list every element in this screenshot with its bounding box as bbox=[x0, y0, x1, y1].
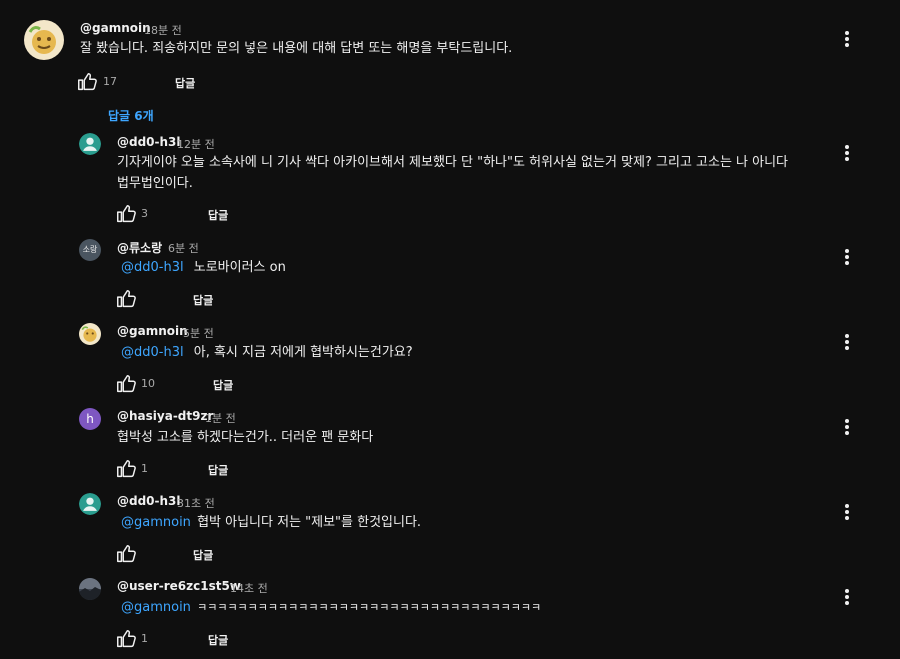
reply-text: @gamnoin 협박 아닙니다 저는 "제보"를 한것입니다. bbox=[117, 512, 421, 534]
comment-author[interactable]: @gamnoin bbox=[80, 21, 151, 35]
like-icon[interactable] bbox=[115, 288, 137, 310]
default-avatar-icon[interactable] bbox=[79, 133, 101, 155]
avatar-letter: h bbox=[86, 412, 94, 426]
reply-button[interactable]: 답글 bbox=[193, 547, 213, 563]
avatar-text: 소랑 bbox=[82, 245, 98, 254]
reply-text: 기자게이야 오늘 소속사에 니 기사 싹다 아카이브해서 제보했다 단 "하나"… bbox=[117, 155, 789, 170]
like-count: 1 bbox=[141, 462, 148, 475]
reply-body: 협박 아닙니다 저는 "제보"를 한것입니다. bbox=[197, 515, 422, 530]
reply-text-line2: 법무법인이다. bbox=[117, 176, 193, 191]
reply-time[interactable]: 6분 전 bbox=[168, 240, 199, 256]
avatar[interactable]: h bbox=[79, 408, 101, 430]
reply-text: 협박성 고소를 하겠다는건가.. 더러운 팬 문화다 bbox=[117, 430, 374, 445]
like-count: 10 bbox=[141, 377, 155, 390]
gamnoin-avatar-image bbox=[79, 323, 101, 345]
avatar[interactable] bbox=[79, 323, 101, 345]
reply-button[interactable]: 답글 bbox=[175, 75, 195, 91]
replies-toggle-button[interactable]: 답글 6개 bbox=[108, 107, 154, 124]
more-options-icon[interactable] bbox=[837, 247, 857, 267]
like-icon[interactable] bbox=[115, 458, 137, 480]
reply-button[interactable]: 답글 bbox=[193, 292, 213, 308]
like-count: 3 bbox=[141, 207, 148, 220]
reply-button[interactable]: 답글 bbox=[208, 632, 228, 648]
landscape-avatar-image bbox=[79, 578, 101, 600]
reply-body: 노로바이러스 on bbox=[193, 260, 286, 275]
reply-button[interactable]: 답글 bbox=[208, 207, 228, 223]
reply-button[interactable]: 답글 bbox=[213, 377, 233, 393]
reply-body: 아, 혹시 지금 저에게 협박하시는건가요? bbox=[193, 345, 413, 360]
mention-link[interactable]: @dd0-h3l bbox=[117, 345, 184, 360]
reply-time[interactable]: 14초 전 bbox=[230, 580, 268, 596]
reply-author[interactable]: @류소랑 bbox=[117, 239, 162, 256]
reply-time[interactable]: 12분 전 bbox=[177, 136, 215, 152]
mention-link[interactable]: @gamnoin bbox=[117, 600, 191, 615]
like-count: 17 bbox=[103, 75, 117, 88]
reply-author[interactable]: @dd0-h3l bbox=[117, 135, 181, 149]
like-icon[interactable] bbox=[115, 628, 137, 650]
more-options-icon[interactable] bbox=[837, 587, 857, 607]
avatar[interactable] bbox=[79, 578, 101, 600]
reply-text: @dd0-h3l 노로바이러스 on bbox=[117, 257, 286, 279]
more-options-icon[interactable] bbox=[837, 502, 857, 522]
avatar[interactable] bbox=[24, 20, 64, 60]
comment-time[interactable]: 18분 전 bbox=[144, 22, 182, 38]
avatar[interactable]: 소랑 bbox=[79, 239, 101, 261]
gamnoin-avatar-image bbox=[24, 20, 64, 60]
reply-author[interactable]: @user-re6zc1st5w bbox=[117, 579, 241, 593]
reply-author[interactable]: @gamnoin bbox=[117, 324, 188, 338]
mention-link[interactable]: @gamnoin bbox=[117, 515, 191, 530]
reply-time[interactable]: 1분 전 bbox=[205, 410, 236, 426]
mention-link[interactable]: @dd0-h3l bbox=[117, 260, 184, 275]
reply-text: @gamnoin ㅋㅋㅋㅋㅋㅋㅋㅋㅋㅋㅋㅋㅋㅋㅋㅋㅋㅋㅋㅋㅋㅋㅋㅋㅋㅋㅋㅋㅋㅋㅋ… bbox=[117, 597, 541, 619]
comment-text: 잘 봤습니다. 죄송하지만 문의 넣은 내용에 대해 답변 또는 해명을 부탁드… bbox=[80, 41, 513, 56]
reply-time[interactable]: 31초 전 bbox=[177, 495, 215, 511]
more-options-icon[interactable] bbox=[837, 29, 857, 49]
reply-button[interactable]: 답글 bbox=[208, 462, 228, 478]
like-icon[interactable] bbox=[115, 373, 137, 395]
like-count: 1 bbox=[141, 632, 148, 645]
reply-time[interactable]: 5분 전 bbox=[183, 325, 214, 341]
reply-author[interactable]: @dd0-h3l bbox=[117, 494, 181, 508]
reply-text: @dd0-h3l 아, 혹시 지금 저에게 협박하시는건가요? bbox=[117, 342, 413, 364]
like-icon[interactable] bbox=[115, 203, 137, 225]
reply-author[interactable]: @hasiya-dt9zr bbox=[117, 409, 213, 423]
like-icon[interactable] bbox=[115, 543, 137, 565]
default-avatar-icon[interactable] bbox=[79, 493, 101, 515]
like-icon[interactable] bbox=[76, 71, 98, 93]
more-options-icon[interactable] bbox=[837, 143, 857, 163]
reply-body: ㅋㅋㅋㅋㅋㅋㅋㅋㅋㅋㅋㅋㅋㅋㅋㅋㅋㅋㅋㅋㅋㅋㅋㅋㅋㅋㅋㅋㅋㅋㅋㅋㅋㅋ bbox=[197, 601, 542, 614]
more-options-icon[interactable] bbox=[837, 332, 857, 352]
more-options-icon[interactable] bbox=[837, 417, 857, 437]
